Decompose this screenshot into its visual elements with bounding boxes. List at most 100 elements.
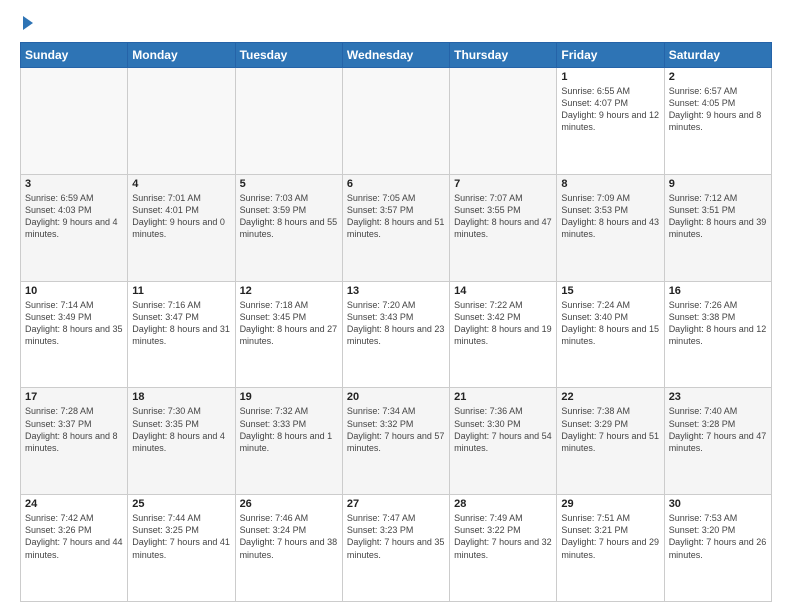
day-number: 27 — [347, 498, 445, 510]
calendar-cell: 5 Sunrise: 7:03 AM Sunset: 3:59 PM Daylig… — [235, 174, 342, 281]
calendar-cell: 21 Sunrise: 7:36 AM Sunset: 3:30 PM Dayli… — [450, 388, 557, 495]
calendar-header-friday: Friday — [557, 43, 664, 68]
calendar-cell — [235, 68, 342, 175]
day-number: 24 — [25, 498, 123, 510]
calendar-cell: 30 Sunrise: 7:53 AM Sunset: 3:20 PM Dayli… — [664, 495, 771, 602]
day-number: 18 — [132, 391, 230, 403]
day-number: 25 — [132, 498, 230, 510]
calendar-header-monday: Monday — [128, 43, 235, 68]
calendar-cell: 29 Sunrise: 7:51 AM Sunset: 3:21 PM Dayli… — [557, 495, 664, 602]
calendar-cell: 22 Sunrise: 7:38 AM Sunset: 3:29 PM Dayli… — [557, 388, 664, 495]
calendar-cell: 7 Sunrise: 7:07 AM Sunset: 3:55 PM Daylig… — [450, 174, 557, 281]
calendar-cell: 2 Sunrise: 6:57 AM Sunset: 4:05 PM Daylig… — [664, 68, 771, 175]
calendar-cell: 9 Sunrise: 7:12 AM Sunset: 3:51 PM Daylig… — [664, 174, 771, 281]
day-number: 17 — [25, 391, 123, 403]
day-info: Sunrise: 6:57 AM Sunset: 4:05 PM Dayligh… — [669, 85, 767, 134]
calendar-cell — [128, 68, 235, 175]
calendar-cell: 24 Sunrise: 7:42 AM Sunset: 3:26 PM Dayli… — [21, 495, 128, 602]
day-info: Sunrise: 7:51 AM Sunset: 3:21 PM Dayligh… — [561, 512, 659, 561]
day-number: 12 — [240, 285, 338, 297]
day-info: Sunrise: 7:38 AM Sunset: 3:29 PM Dayligh… — [561, 405, 659, 454]
calendar-header-row: SundayMondayTuesdayWednesdayThursdayFrid… — [21, 43, 772, 68]
calendar-week-row: 24 Sunrise: 7:42 AM Sunset: 3:26 PM Dayli… — [21, 495, 772, 602]
day-number: 29 — [561, 498, 659, 510]
day-info: Sunrise: 7:28 AM Sunset: 3:37 PM Dayligh… — [25, 405, 123, 454]
day-number: 23 — [669, 391, 767, 403]
day-number: 19 — [240, 391, 338, 403]
day-number: 1 — [561, 71, 659, 83]
calendar-cell: 23Sunrise: 7:40 AM Sunset: 3:28 PM Dayli… — [664, 388, 771, 495]
calendar-header-tuesday: Tuesday — [235, 43, 342, 68]
header — [20, 16, 772, 32]
day-number: 13 — [347, 285, 445, 297]
calendar-cell: 19 Sunrise: 7:32 AM Sunset: 3:33 PM Dayli… — [235, 388, 342, 495]
calendar-header-wednesday: Wednesday — [342, 43, 449, 68]
calendar-week-row: 10Sunrise: 7:14 AM Sunset: 3:49 PM Dayli… — [21, 281, 772, 388]
day-info: Sunrise: 7:07 AM Sunset: 3:55 PM Dayligh… — [454, 192, 552, 241]
calendar-cell: 16 Sunrise: 7:26 AM Sunset: 3:38 PM Dayli… — [664, 281, 771, 388]
calendar-cell: 25 Sunrise: 7:44 AM Sunset: 3:25 PM Dayli… — [128, 495, 235, 602]
day-info: Sunrise: 7:42 AM Sunset: 3:26 PM Dayligh… — [25, 512, 123, 561]
day-info: Sunrise: 7:18 AM Sunset: 3:45 PM Dayligh… — [240, 299, 338, 348]
calendar-header-saturday: Saturday — [664, 43, 771, 68]
calendar-cell: 27 Sunrise: 7:47 AM Sunset: 3:23 PM Dayli… — [342, 495, 449, 602]
calendar-cell — [21, 68, 128, 175]
day-number: 22 — [561, 391, 659, 403]
day-info: Sunrise: 7:47 AM Sunset: 3:23 PM Dayligh… — [347, 512, 445, 561]
calendar-cell — [342, 68, 449, 175]
day-number: 15 — [561, 285, 659, 297]
day-number: 9 — [669, 178, 767, 190]
day-info: Sunrise: 7:12 AM Sunset: 3:51 PM Dayligh… — [669, 192, 767, 241]
day-info: Sunrise: 7:49 AM Sunset: 3:22 PM Dayligh… — [454, 512, 552, 561]
calendar-cell: 1 Sunrise: 6:55 AM Sunset: 4:07 PM Daylig… — [557, 68, 664, 175]
day-number: 7 — [454, 178, 552, 190]
calendar-week-row: 1 Sunrise: 6:55 AM Sunset: 4:07 PM Daylig… — [21, 68, 772, 175]
day-number: 6 — [347, 178, 445, 190]
calendar-week-row: 17 Sunrise: 7:28 AM Sunset: 3:37 PM Dayli… — [21, 388, 772, 495]
day-number: 5 — [240, 178, 338, 190]
calendar-cell: 4Sunrise: 7:01 AM Sunset: 4:01 PM Daylig… — [128, 174, 235, 281]
day-info: Sunrise: 7:34 AM Sunset: 3:32 PM Dayligh… — [347, 405, 445, 454]
day-number: 21 — [454, 391, 552, 403]
calendar-cell: 26Sunrise: 7:46 AM Sunset: 3:24 PM Dayli… — [235, 495, 342, 602]
day-info: Sunrise: 7:16 AM Sunset: 3:47 PM Dayligh… — [132, 299, 230, 348]
day-info: Sunrise: 6:55 AM Sunset: 4:07 PM Dayligh… — [561, 85, 659, 134]
day-number: 20 — [347, 391, 445, 403]
calendar-cell: 6Sunrise: 7:05 AM Sunset: 3:57 PM Daylig… — [342, 174, 449, 281]
page: SundayMondayTuesdayWednesdayThursdayFrid… — [0, 0, 792, 612]
day-info: Sunrise: 7:53 AM Sunset: 3:20 PM Dayligh… — [669, 512, 767, 561]
calendar-cell: 28Sunrise: 7:49 AM Sunset: 3:22 PM Dayli… — [450, 495, 557, 602]
calendar-cell: 15 Sunrise: 7:24 AM Sunset: 3:40 PM Dayli… — [557, 281, 664, 388]
calendar-cell: 11 Sunrise: 7:16 AM Sunset: 3:47 PM Dayli… — [128, 281, 235, 388]
day-info: Sunrise: 7:03 AM Sunset: 3:59 PM Dayligh… — [240, 192, 338, 241]
day-number: 14 — [454, 285, 552, 297]
day-number: 3 — [25, 178, 123, 190]
calendar-body: 1 Sunrise: 6:55 AM Sunset: 4:07 PM Daylig… — [21, 68, 772, 602]
calendar-header-thursday: Thursday — [450, 43, 557, 68]
logo-arrow-icon — [23, 16, 33, 30]
day-info: Sunrise: 7:22 AM Sunset: 3:42 PM Dayligh… — [454, 299, 552, 348]
day-info: Sunrise: 7:32 AM Sunset: 3:33 PM Dayligh… — [240, 405, 338, 454]
day-info: Sunrise: 7:36 AM Sunset: 3:30 PM Dayligh… — [454, 405, 552, 454]
day-info: Sunrise: 7:30 AM Sunset: 3:35 PM Dayligh… — [132, 405, 230, 454]
day-number: 10 — [25, 285, 123, 297]
day-number: 11 — [132, 285, 230, 297]
calendar: SundayMondayTuesdayWednesdayThursdayFrid… — [20, 42, 772, 602]
day-number: 16 — [669, 285, 767, 297]
calendar-cell — [450, 68, 557, 175]
day-info: Sunrise: 7:09 AM Sunset: 3:53 PM Dayligh… — [561, 192, 659, 241]
day-info: Sunrise: 7:26 AM Sunset: 3:38 PM Dayligh… — [669, 299, 767, 348]
day-info: Sunrise: 7:44 AM Sunset: 3:25 PM Dayligh… — [132, 512, 230, 561]
day-info: Sunrise: 7:24 AM Sunset: 3:40 PM Dayligh… — [561, 299, 659, 348]
calendar-cell: 20 Sunrise: 7:34 AM Sunset: 3:32 PM Dayli… — [342, 388, 449, 495]
calendar-cell: 13 Sunrise: 7:20 AM Sunset: 3:43 PM Dayli… — [342, 281, 449, 388]
calendar-week-row: 3 Sunrise: 6:59 AM Sunset: 4:03 PM Daylig… — [21, 174, 772, 281]
logo — [20, 16, 33, 32]
day-number: 2 — [669, 71, 767, 83]
day-info: Sunrise: 7:20 AM Sunset: 3:43 PM Dayligh… — [347, 299, 445, 348]
calendar-cell: 14 Sunrise: 7:22 AM Sunset: 3:42 PM Dayli… — [450, 281, 557, 388]
calendar-cell: 10Sunrise: 7:14 AM Sunset: 3:49 PM Dayli… — [21, 281, 128, 388]
day-info: Sunrise: 6:59 AM Sunset: 4:03 PM Dayligh… — [25, 192, 123, 241]
day-number: 30 — [669, 498, 767, 510]
day-info: Sunrise: 7:01 AM Sunset: 4:01 PM Dayligh… — [132, 192, 230, 241]
